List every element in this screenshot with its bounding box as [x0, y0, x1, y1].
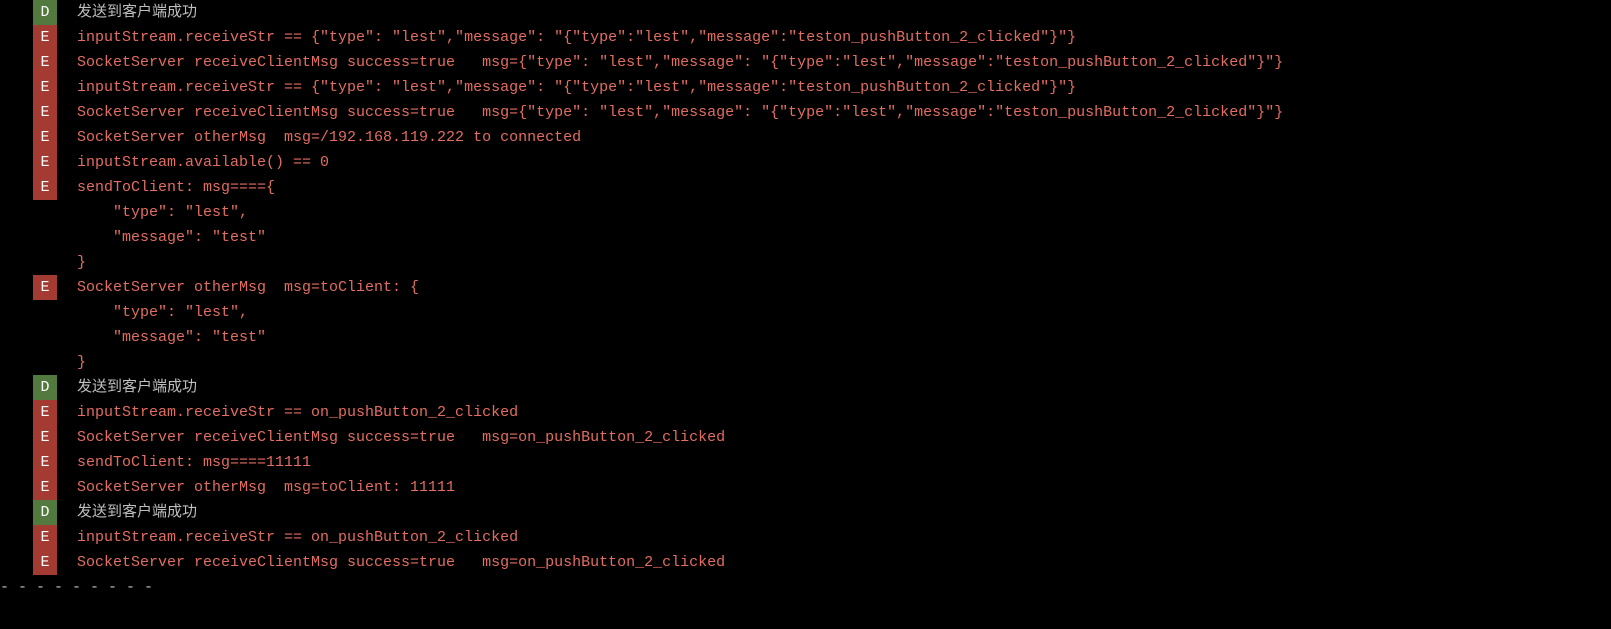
log-message: inputStream.receiveStr == {"type": "lest…	[77, 25, 1611, 50]
log-level-badge: E	[33, 50, 57, 75]
log-message-continuation: "message": "test"	[77, 225, 1611, 250]
log-message-continuation: "type": "lest",	[77, 300, 1611, 325]
log-level-badge: E	[33, 175, 57, 200]
log-message: SocketServer receiveClientMsg success=tr…	[77, 550, 1611, 575]
log-row[interactable]: EinputStream.receiveStr == {"type": "les…	[33, 25, 1611, 50]
log-row[interactable]: EsendToClient: msg===={	[33, 175, 1611, 200]
log-message: SocketServer receiveClientMsg success=tr…	[77, 425, 1611, 450]
log-level-badge: D	[33, 0, 57, 25]
log-row[interactable]: E SocketServer receiveClientMsg success=t…	[33, 550, 1611, 575]
log-row[interactable]: E SocketServer otherMsg msg=toClient: {	[33, 275, 1611, 300]
log-level-badge: E	[33, 425, 57, 450]
log-row-continuation[interactable]: "message": "test"	[33, 225, 1611, 250]
log-row-continuation[interactable]: }	[33, 250, 1611, 275]
log-level-badge: D	[33, 375, 57, 400]
log-gutter-blank	[33, 225, 57, 250]
log-row[interactable]: EinputStream.receiveStr == on_pushButton…	[33, 525, 1611, 550]
log-message: 发送到客户端成功	[77, 500, 1611, 525]
log-row[interactable]: EinputStream.receiveStr == {"type": "les…	[33, 75, 1611, 100]
log-gutter-blank	[33, 300, 57, 325]
log-row[interactable]: D 发送到客户端成功	[33, 375, 1611, 400]
log-message: inputStream.available() == 0	[77, 150, 1611, 175]
log-gutter-blank	[33, 325, 57, 350]
log-row-continuation[interactable]: "type": "lest",	[33, 300, 1611, 325]
log-row[interactable]: E SocketServer otherMsg msg=/192.168.119.…	[33, 125, 1611, 150]
log-level-badge: E	[33, 25, 57, 50]
log-level-badge: E	[33, 400, 57, 425]
log-level-badge: E	[33, 525, 57, 550]
log-gutter-blank	[33, 200, 57, 225]
log-message: inputStream.receiveStr == on_pushButton_…	[77, 525, 1611, 550]
log-gutter-blank	[33, 250, 57, 275]
log-message: inputStream.receiveStr == {"type": "lest…	[77, 75, 1611, 100]
log-row-continuation[interactable]: }	[33, 350, 1611, 375]
log-row[interactable]: D 发送到客户端成功	[33, 0, 1611, 25]
log-row-continuation[interactable]: "message": "test"	[33, 325, 1611, 350]
log-message: inputStream.receiveStr == on_pushButton_…	[77, 400, 1611, 425]
log-level-badge: E	[33, 150, 57, 175]
log-row[interactable]: D 发送到客户端成功	[33, 500, 1611, 525]
log-row[interactable]: EsendToClient: msg====11111	[33, 450, 1611, 475]
log-message: SocketServer otherMsg msg=/192.168.119.2…	[77, 125, 1611, 150]
log-row[interactable]: EinputStream.available() == 0	[33, 150, 1611, 175]
log-row[interactable]: E SocketServer receiveClientMsg success=t…	[33, 425, 1611, 450]
log-message-continuation: }	[77, 350, 1611, 375]
log-message: SocketServer otherMsg msg=toClient: 1111…	[77, 475, 1611, 500]
log-message: 发送到客户端成功	[77, 0, 1611, 25]
log-level-badge: E	[33, 125, 57, 150]
log-level-badge: D	[33, 500, 57, 525]
log-message: SocketServer otherMsg msg=toClient: {	[77, 275, 1611, 300]
log-level-badge: E	[33, 75, 57, 100]
log-message-continuation: "type": "lest",	[77, 200, 1611, 225]
log-message: SocketServer receiveClientMsg success=tr…	[77, 50, 1611, 75]
log-separator: - - - - - - - - -	[0, 575, 1611, 600]
log-message-continuation: }	[77, 250, 1611, 275]
log-output[interactable]: D发送到客户端成功EinputStream.receiveStr == {"ty…	[0, 0, 1611, 575]
log-row[interactable]: E SocketServer otherMsg msg=toClient: 111…	[33, 475, 1611, 500]
log-message: SocketServer receiveClientMsg success=tr…	[77, 100, 1611, 125]
log-level-badge: E	[33, 450, 57, 475]
log-row[interactable]: E SocketServer receiveClientMsg success=t…	[33, 50, 1611, 75]
log-message: 发送到客户端成功	[77, 375, 1611, 400]
log-level-badge: E	[33, 550, 57, 575]
log-row[interactable]: E SocketServer receiveClientMsg success=t…	[33, 100, 1611, 125]
log-level-badge: E	[33, 475, 57, 500]
log-message: sendToClient: msg====11111	[77, 450, 1611, 475]
log-message-continuation: "message": "test"	[77, 325, 1611, 350]
log-row[interactable]: EinputStream.receiveStr == on_pushButton…	[33, 400, 1611, 425]
log-gutter-blank	[33, 350, 57, 375]
log-level-badge: E	[33, 100, 57, 125]
log-message: sendToClient: msg===={	[77, 175, 1611, 200]
log-row-continuation[interactable]: "type": "lest",	[33, 200, 1611, 225]
log-level-badge: E	[33, 275, 57, 300]
